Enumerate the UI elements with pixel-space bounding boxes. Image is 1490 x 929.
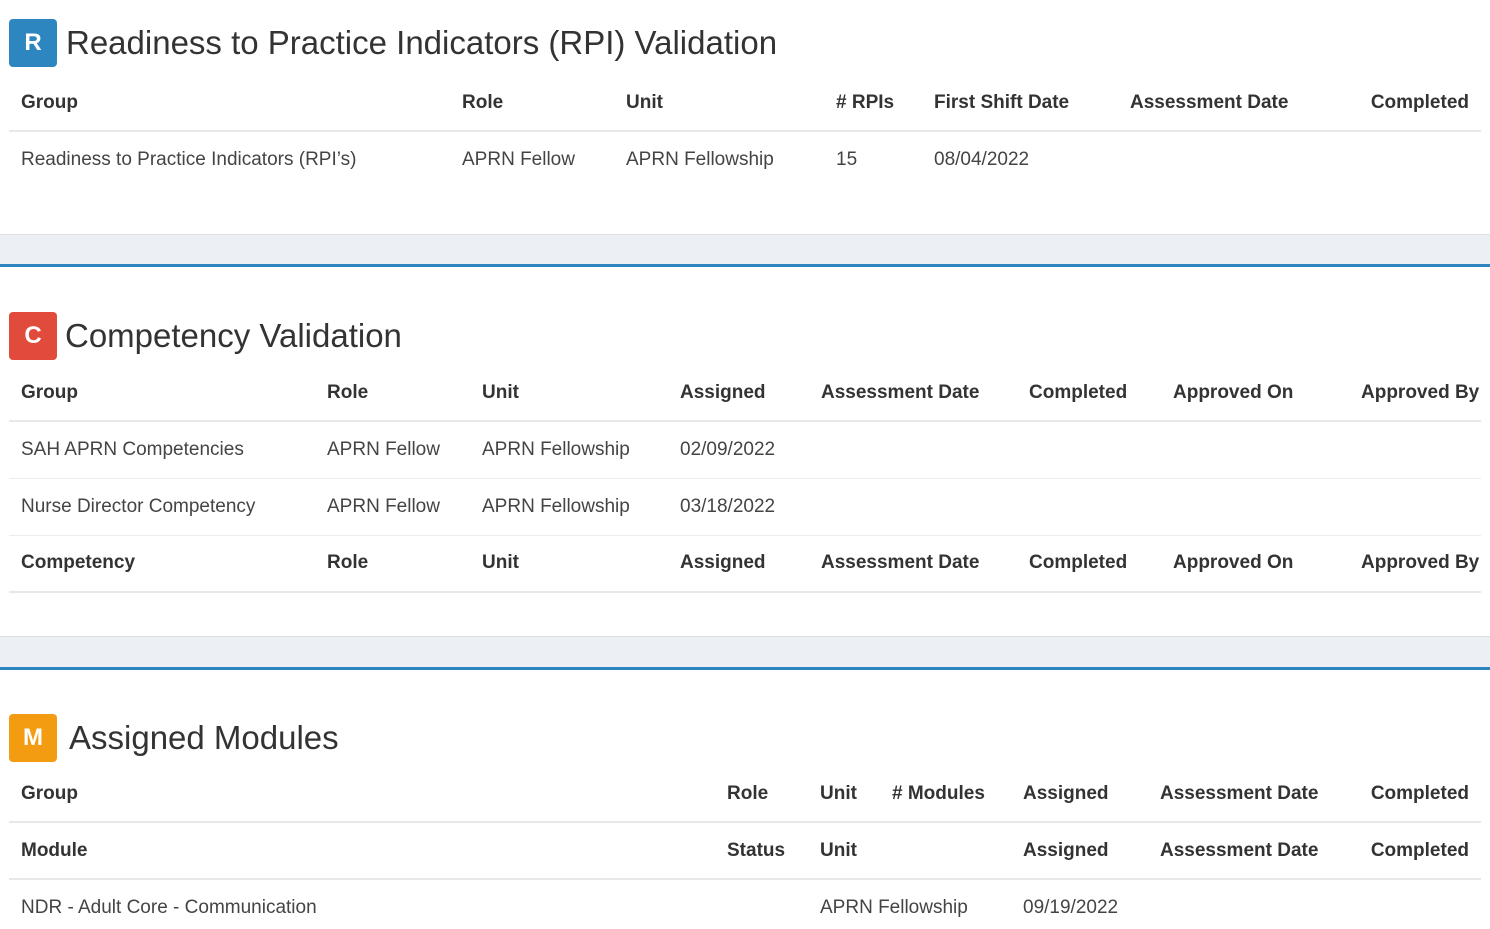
- rpi-col-rpis[interactable]: # RPIs: [824, 76, 922, 132]
- competency-col-role[interactable]: Role: [315, 366, 470, 422]
- competency-cell-assessment-date: [809, 421, 1017, 479]
- rpi-title-row: R Readiness to Practice Indicators (RPI)…: [9, 19, 777, 67]
- rpi-section-title: Readiness to Practice Indicators (RPI) V…: [66, 24, 778, 61]
- competency-section-title: Competency Validation: [65, 317, 402, 354]
- competency-col-completed[interactable]: Completed: [1017, 366, 1161, 422]
- competency-cell-group[interactable]: SAH APRN Competencies: [9, 421, 315, 479]
- competency-subcol-assigned[interactable]: Assigned: [668, 535, 809, 593]
- rpi-badge: R: [9, 19, 57, 67]
- modules-cell-module[interactable]: NDR - Adult Core - Communication: [9, 879, 715, 929]
- modules-title-row: M Assigned Modules: [9, 714, 339, 762]
- modules-subcol-assigned[interactable]: Assigned: [1011, 822, 1148, 880]
- competency-subcol-competency[interactable]: Competency: [9, 535, 315, 593]
- competency-col-approved-by[interactable]: Approved By: [1349, 366, 1481, 422]
- competency-col-approved-on[interactable]: Approved On: [1161, 366, 1349, 422]
- modules-badge: M: [9, 714, 57, 762]
- competency-subcol-approved-by[interactable]: Approved By: [1349, 535, 1481, 593]
- modules-col-modules-count[interactable]: # Modules: [880, 767, 1011, 823]
- competency-cell-role: APRN Fellow: [315, 421, 470, 479]
- section-separator: [0, 234, 1490, 264]
- competency-col-assigned[interactable]: Assigned: [668, 366, 809, 422]
- modules-col-completed[interactable]: Completed: [1344, 767, 1481, 823]
- modules-subcol-completed[interactable]: Completed: [1344, 822, 1481, 880]
- competency-subcol-role[interactable]: Role: [315, 535, 470, 593]
- table-row[interactable]: SAH APRN Competencies APRN Fellow APRN F…: [9, 421, 1481, 479]
- competency-col-assessment-date[interactable]: Assessment Date: [809, 366, 1017, 422]
- competency-col-unit[interactable]: Unit: [470, 366, 668, 422]
- rpi-col-unit[interactable]: Unit: [614, 76, 824, 132]
- competency-table: Group Role Unit Assigned Assessment Date…: [9, 366, 1481, 593]
- competency-cell-completed: [1017, 478, 1161, 536]
- competency-cell-approved-on: [1161, 421, 1349, 479]
- modules-cell-status: [715, 879, 808, 929]
- competency-cell-assessment-date: [809, 478, 1017, 536]
- modules-col-assessment-date[interactable]: Assessment Date: [1148, 767, 1344, 823]
- competency-subcol-unit[interactable]: Unit: [470, 535, 668, 593]
- modules-subcol-module[interactable]: Module: [9, 822, 715, 880]
- table-row[interactable]: NDR - Adult Core - Communication APRN Fe…: [9, 879, 1481, 929]
- table-row[interactable]: Nurse Director Competency APRN Fellow AP…: [9, 478, 1481, 536]
- competency-cell-unit: APRN Fellowship: [470, 421, 668, 479]
- competency-cell-unit: APRN Fellowship: [470, 478, 668, 536]
- rpi-cell-group[interactable]: Readiness to Practice Indicators (RPI’s): [9, 131, 450, 188]
- competency-badge: C: [9, 312, 57, 360]
- competency-cell-assigned: 03/18/2022: [668, 478, 809, 536]
- modules-table-header: Group Role Unit # Modules Assigned Asses…: [9, 767, 1481, 823]
- modules-cell-assessment-date: [1148, 879, 1344, 929]
- modules-subcol-unit[interactable]: Unit: [808, 822, 880, 880]
- rpi-cell-unit: APRN Fellowship: [626, 149, 774, 170]
- competency-cell-approved-by: [1349, 478, 1481, 536]
- modules-subtable-header: Module Status Unit Assigned Assessment D…: [9, 822, 1481, 880]
- rpi-cell-assessment-date: [1118, 131, 1336, 188]
- competency-cell-approved-by: [1349, 421, 1481, 479]
- rpi-validation-section: R Readiness to Practice Indicators (RPI)…: [0, 0, 1490, 234]
- competency-cell-assigned: 02/09/2022: [668, 421, 809, 479]
- rpi-cell-rpis: 15: [836, 149, 858, 170]
- competency-table-header: Group Role Unit Assigned Assessment Date…: [9, 366, 1481, 422]
- modules-cell-assigned: 09/19/2022: [1023, 897, 1119, 918]
- modules-cell-unit: APRN Fellowship: [820, 897, 968, 918]
- modules-col-group[interactable]: Group: [9, 767, 715, 823]
- rpi-col-completed[interactable]: Completed: [1336, 76, 1481, 132]
- modules-col-role[interactable]: Role: [715, 767, 808, 823]
- competency-subcol-approved-on[interactable]: Approved On: [1161, 535, 1349, 593]
- rpi-cell-completed: [1336, 131, 1481, 188]
- rpi-table: Group Role Unit # RPIs First Shift Date …: [9, 76, 1481, 188]
- competency-subtable-header: Competency Role Unit Assigned Assessment…: [9, 535, 1481, 593]
- competency-cell-completed: [1017, 421, 1161, 479]
- competency-col-group[interactable]: Group: [9, 366, 315, 422]
- rpi-col-assessment-date[interactable]: Assessment Date: [1118, 76, 1336, 132]
- table-row[interactable]: Readiness to Practice Indicators (RPI’s)…: [9, 131, 1481, 188]
- competency-title-row: C Competency Validation: [9, 312, 402, 360]
- competency-cell-role: APRN Fellow: [315, 478, 470, 536]
- rpi-col-group[interactable]: Group: [9, 76, 450, 132]
- rpi-col-role[interactable]: Role: [450, 76, 614, 132]
- section-separator: [0, 636, 1490, 667]
- competency-cell-group[interactable]: Nurse Director Competency: [9, 478, 315, 536]
- modules-subcol-assessment-date[interactable]: Assessment Date: [1148, 822, 1344, 880]
- modules-subcol-status[interactable]: Status: [715, 822, 808, 880]
- competency-validation-section: C Competency Validation Group Role Unit …: [0, 267, 1490, 636]
- modules-col-unit[interactable]: Unit: [808, 767, 880, 823]
- modules-cell-completed: [1344, 879, 1481, 929]
- rpi-cell-first-shift-date: 08/04/2022: [934, 149, 1030, 170]
- modules-subcol-empty: [880, 822, 1011, 880]
- modules-table: Group Role Unit # Modules Assigned Asses…: [9, 767, 1481, 929]
- modules-section-title: Assigned Modules: [69, 719, 339, 756]
- rpi-col-first-shift-date[interactable]: First Shift Date: [922, 76, 1118, 132]
- rpi-cell-role: APRN Fellow: [462, 149, 575, 170]
- competency-subcol-completed[interactable]: Completed: [1017, 535, 1161, 593]
- competency-subcol-assessment-date[interactable]: Assessment Date: [809, 535, 1017, 593]
- competency-cell-approved-on: [1161, 478, 1349, 536]
- rpi-table-header: Group Role Unit # RPIs First Shift Date …: [9, 76, 1481, 132]
- modules-col-assigned[interactable]: Assigned: [1011, 767, 1148, 823]
- assigned-modules-section: M Assigned Modules Group Role Unit # Mod…: [0, 670, 1490, 929]
